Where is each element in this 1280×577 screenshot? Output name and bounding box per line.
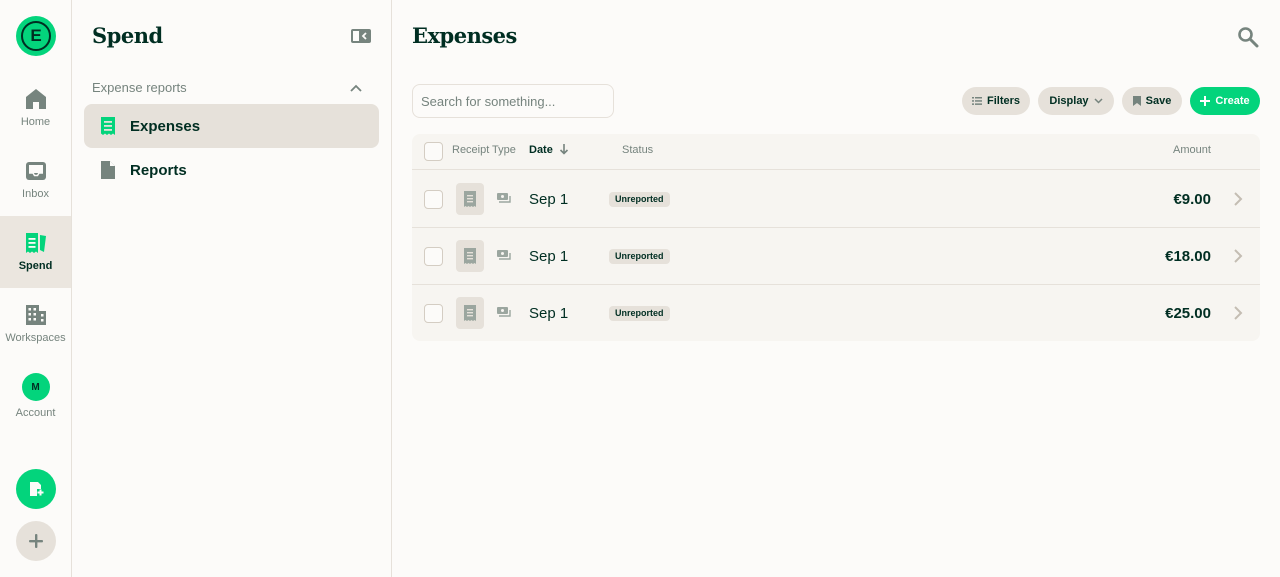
receipt-icon (464, 305, 476, 321)
new-expense-button[interactable] (16, 469, 56, 509)
cash-icon (497, 250, 511, 260)
rail-item-spend[interactable]: Spend (0, 216, 71, 288)
status-badge: Unreported (609, 249, 670, 264)
expense-reports-section-toggle[interactable]: Expense reports (92, 80, 362, 95)
plus-icon (1200, 96, 1211, 106)
row-amount: €9.00 (1173, 191, 1211, 208)
building-icon (25, 305, 46, 325)
column-header-amount: Amount (1173, 144, 1211, 156)
search-icon (1238, 27, 1259, 48)
new-expense-icon (30, 482, 44, 496)
sidebar-item-label: Expenses (130, 117, 201, 135)
rail-item-label: Home (20, 116, 51, 128)
select-all-checkbox[interactable] (424, 142, 443, 161)
chevron-down-icon (1094, 98, 1103, 104)
row-checkbox[interactable] (424, 190, 443, 209)
status-badge: Unreported (609, 306, 670, 321)
row-checkbox[interactable] (424, 304, 443, 323)
receipt-thumbnail[interactable] (456, 183, 484, 215)
create-label: Create (1215, 95, 1250, 107)
display-button[interactable]: Display (1038, 87, 1114, 115)
rail-item-label: Workspaces (5, 332, 66, 344)
document-icon (101, 161, 115, 179)
bookmark-icon (1132, 96, 1141, 106)
receipt-thumbnail[interactable] (456, 240, 484, 272)
date-header-label: Date (529, 144, 553, 156)
sidebar-item-expenses[interactable]: Expenses (84, 104, 379, 148)
table-header: Receipt Type Date Status Amount (412, 134, 1260, 170)
display-label: Display (1049, 95, 1089, 107)
arrow-down-icon (559, 144, 568, 155)
nav-rail: E Home Inbox Spend Workspaces M Account (0, 0, 72, 577)
row-amount: €25.00 (1165, 305, 1211, 322)
row-checkbox[interactable] (424, 247, 443, 266)
save-label: Save (1145, 95, 1172, 107)
rail-item-account[interactable]: M Account (0, 360, 71, 432)
plus-icon (29, 534, 43, 548)
sidebar-item-label: Reports (130, 161, 187, 179)
search-button[interactable] (1237, 26, 1259, 48)
row-date: Sep 1 (529, 248, 569, 265)
rail-item-label: Spend (18, 260, 53, 272)
row-date: Sep 1 (529, 191, 569, 208)
receipt-icon (101, 117, 115, 135)
inbox-icon (25, 162, 46, 180)
row-amount: €18.00 (1165, 248, 1211, 265)
search-input[interactable] (412, 84, 614, 118)
expenses-table: Receipt Type Date Status Amount Sep 1 Un… (412, 134, 1260, 341)
expensify-logo[interactable]: E (16, 16, 56, 56)
expenses-page: Expenses Filters Display Save Create Rec… (392, 0, 1280, 577)
table-row[interactable]: Sep 1 Unreported €25.00 (412, 285, 1260, 341)
save-button[interactable]: Save (1122, 87, 1182, 115)
receipt-thumbnail[interactable] (456, 297, 484, 329)
collapse-sidebar-button[interactable] (350, 28, 372, 44)
collapse-panel-icon (351, 29, 371, 43)
sidebar-title: Spend (92, 23, 163, 48)
table-row[interactable]: Sep 1 Unreported €9.00 (412, 171, 1260, 228)
add-button[interactable] (16, 521, 56, 561)
filters-label: Filters (986, 95, 1020, 107)
status-badge: Unreported (609, 192, 670, 207)
avatar: M (21, 373, 50, 401)
rail-item-workspaces[interactable]: Workspaces (0, 288, 71, 360)
rail-item-inbox[interactable]: Inbox (0, 144, 71, 216)
column-header-type: Type (492, 144, 516, 156)
sidebar-item-reports[interactable]: Reports (84, 148, 379, 192)
rail-item-label: Account (15, 407, 56, 419)
create-button[interactable]: Create (1190, 87, 1260, 115)
rail-item-label: Inbox (22, 188, 49, 200)
row-date: Sep 1 (529, 305, 569, 322)
table-row[interactable]: Sep 1 Unreported €18.00 (412, 228, 1260, 285)
logo-letter: E (21, 21, 51, 51)
receipt-icon (25, 233, 46, 253)
spend-sidebar: Spend Expense reports Expenses Reports (72, 0, 392, 577)
cash-icon (497, 307, 511, 317)
column-header-date[interactable]: Date (529, 144, 569, 156)
chevron-right-icon[interactable] (1233, 306, 1243, 320)
cash-icon (497, 193, 511, 203)
column-header-status: Status (622, 144, 654, 156)
page-title: Expenses (412, 23, 517, 48)
chevron-right-icon[interactable] (1233, 192, 1243, 206)
filters-button[interactable]: Filters (962, 87, 1030, 115)
chevron-up-icon (350, 84, 362, 92)
chevron-right-icon[interactable] (1233, 249, 1243, 263)
receipt-icon (464, 248, 476, 264)
column-header-receipt: Receipt (452, 144, 490, 156)
section-heading: Expense reports (92, 80, 187, 95)
filter-icon (971, 97, 982, 105)
receipt-icon (464, 191, 476, 207)
rail-item-home[interactable]: Home (0, 72, 71, 144)
home-icon (25, 89, 46, 109)
